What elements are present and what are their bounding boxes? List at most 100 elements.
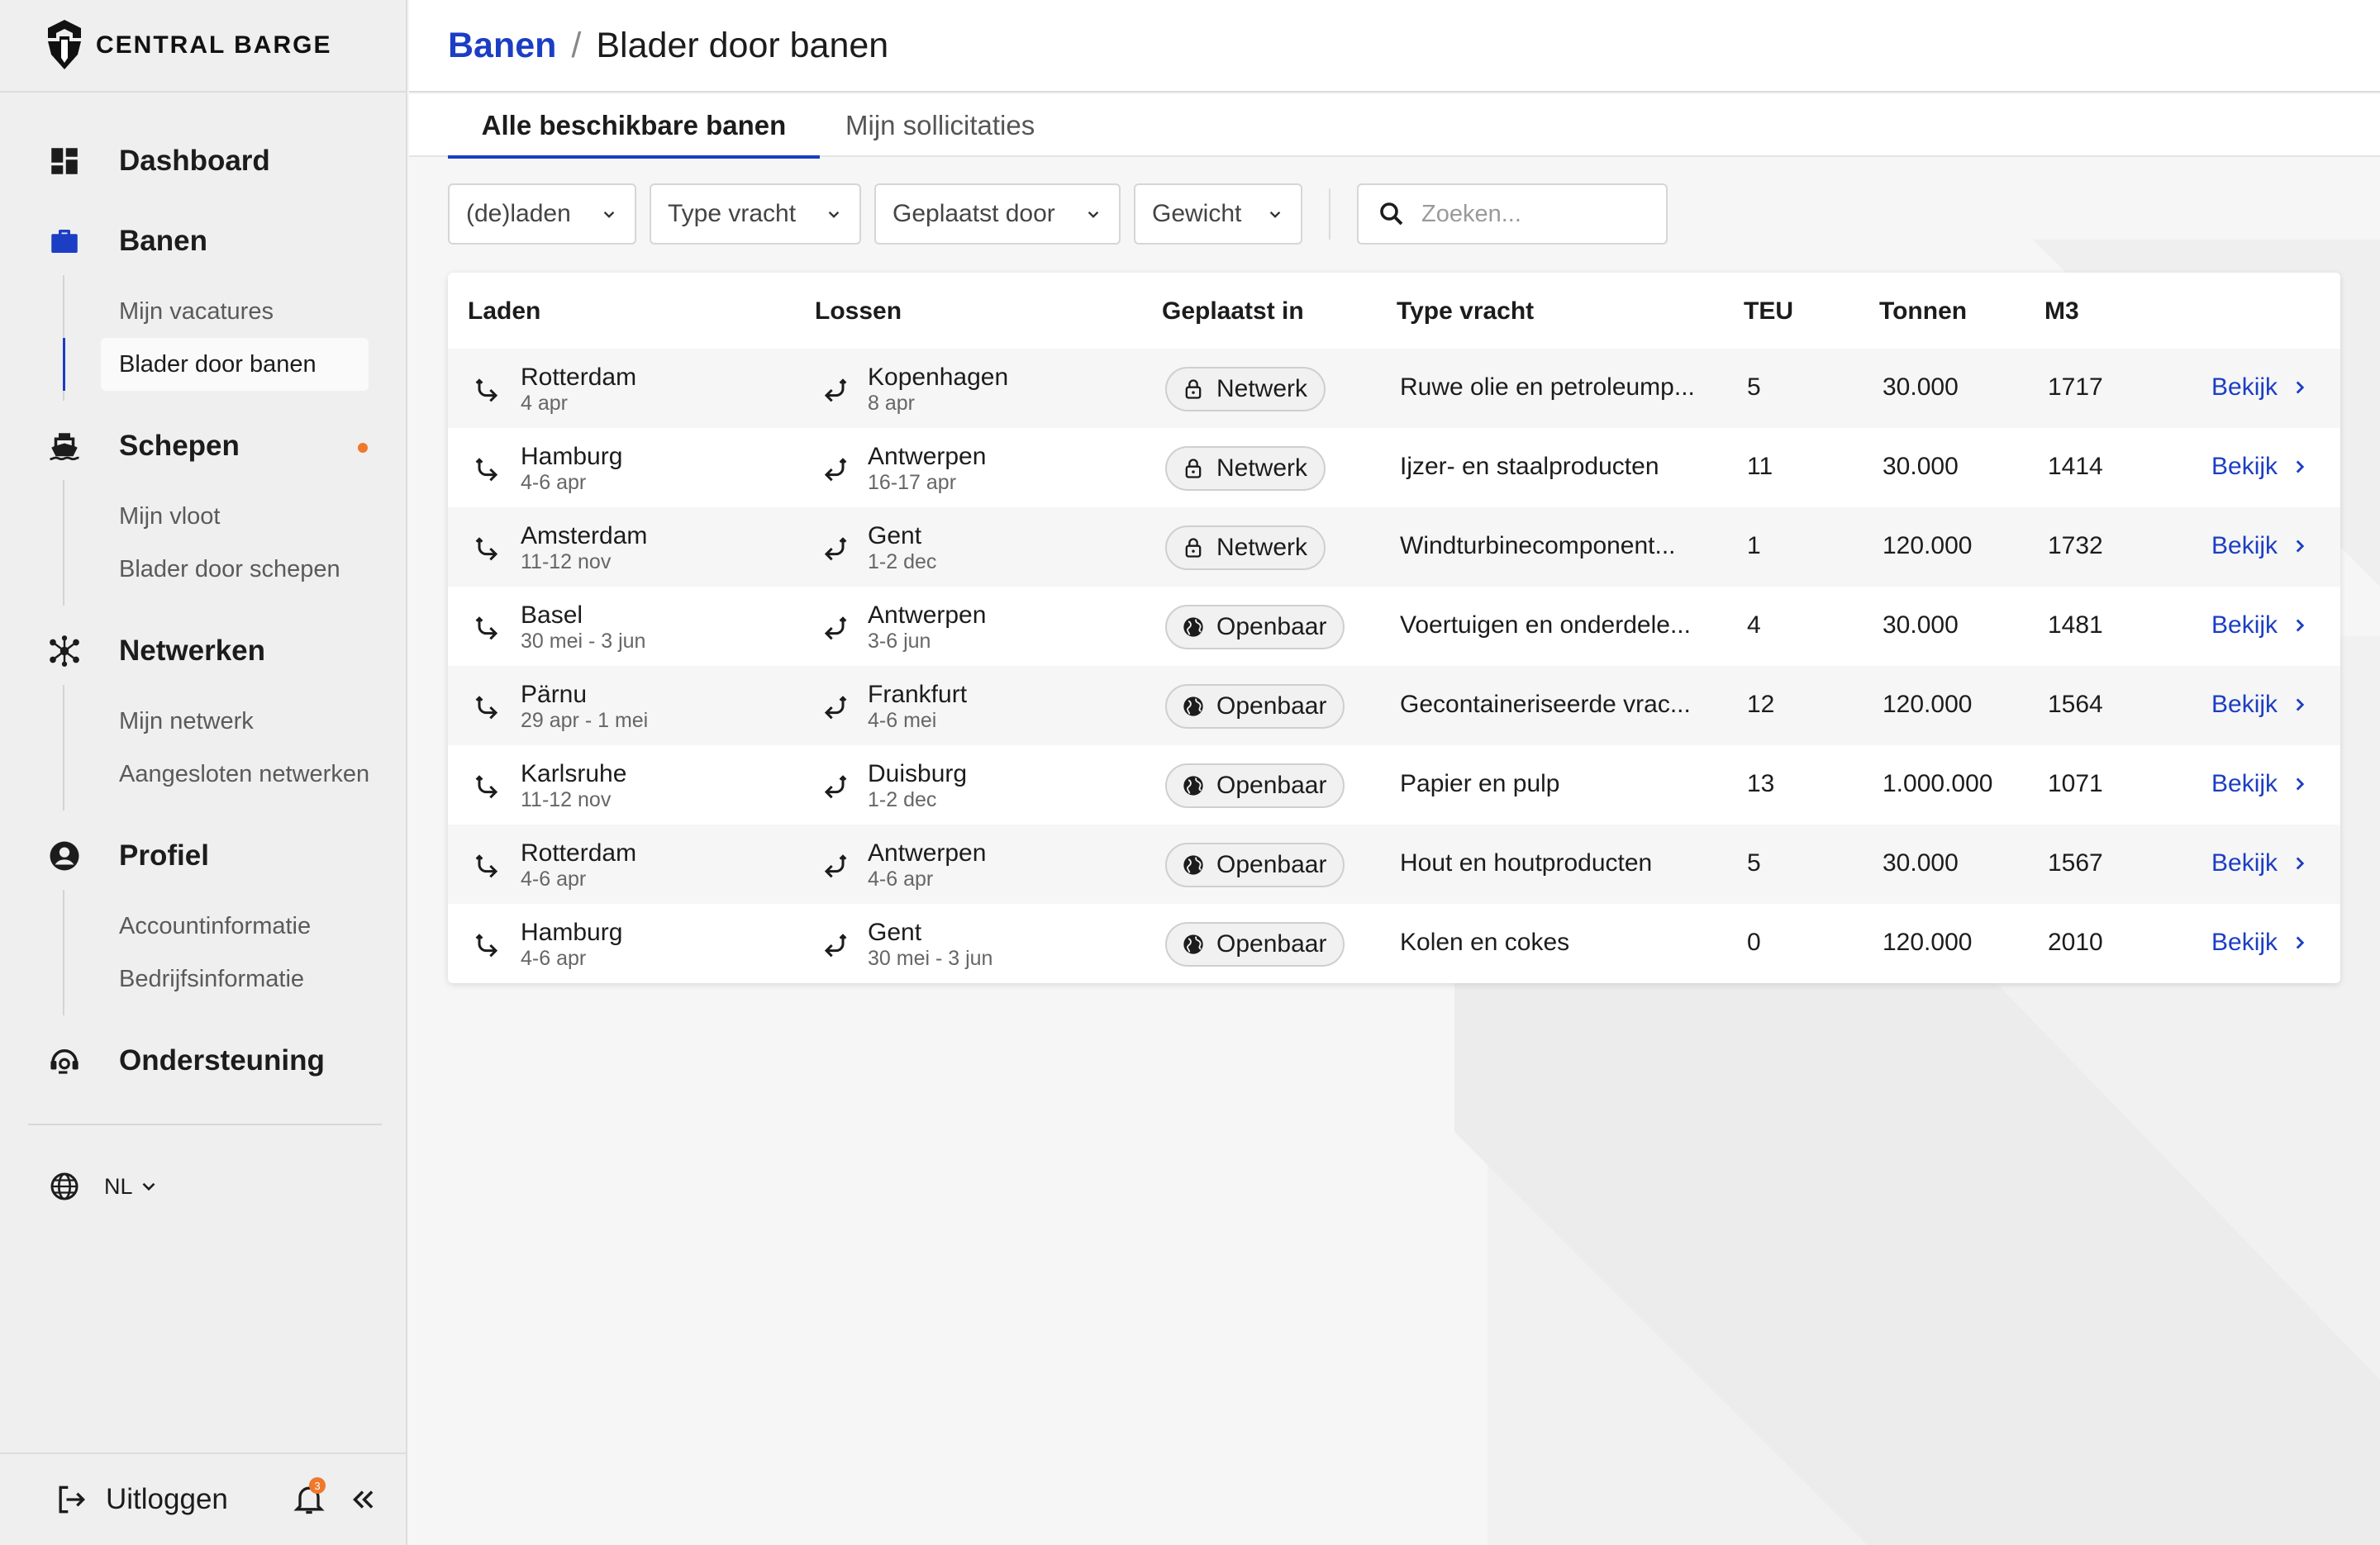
column-header-teu: TEU xyxy=(1744,297,1793,325)
table-row[interactable]: Hamburg 4-6 apr Antwerpen 16-17 apr Netwerk I… xyxy=(448,428,2340,507)
m3-value: 2010 xyxy=(2048,929,2103,956)
nav-label: Ondersteuning xyxy=(119,1044,325,1077)
support-icon xyxy=(46,1043,83,1079)
sidebar-item-aangesloten-netwerken[interactable]: Aangesloten netwerken xyxy=(101,748,406,801)
table-row[interactable]: Basel 30 mei - 3 jun Antwerpen 3-6 jun Openb… xyxy=(448,587,2340,666)
nav-dashboard[interactable]: Dashboard xyxy=(0,135,406,187)
logout-button[interactable]: Uitloggen xyxy=(53,1481,228,1518)
nav-netwerken[interactable]: Netwerken xyxy=(0,625,406,677)
tab-bar: Alle beschikbare banen Mijn sollicitatie… xyxy=(409,94,2380,159)
column-header-type-vracht: Type vracht xyxy=(1397,297,1535,325)
table-row[interactable]: Rotterdam 4-6 apr Antwerpen 4-6 apr Openbaar… xyxy=(448,825,2340,904)
unload-city: Antwerpen xyxy=(868,601,987,629)
unload-date: 1-2 dec xyxy=(868,788,937,811)
unload-date: 16-17 apr xyxy=(868,471,957,494)
view-label: Bekijk xyxy=(2211,373,2278,401)
m3-value: 1567 xyxy=(2048,849,2103,877)
view-job-link[interactable]: Bekijk xyxy=(2211,373,2311,402)
unload-date: 4-6 apr xyxy=(868,868,934,891)
lock-icon xyxy=(1182,536,1216,559)
language-selector[interactable]: NL xyxy=(48,1170,159,1203)
sidebar-item-accountinformatie[interactable]: Accountinformatie xyxy=(101,900,406,953)
notifications-button[interactable]: 3 xyxy=(291,1477,327,1517)
sidebar: CENTRAL BARGE Dashboard Banen Mijn vacat… xyxy=(0,0,407,1545)
brand-name: CENTRAL BARGE xyxy=(96,31,332,59)
table-row[interactable]: Karlsruhe 11-12 nov Duisburg 1-2 dec Openbaa… xyxy=(448,745,2340,825)
sidebar-item-mijn-vacatures[interactable]: Mijn vacatures xyxy=(101,285,406,338)
visibility-label: Openbaar xyxy=(1216,851,1327,878)
tab-alle-beschikbare-banen[interactable]: Alle beschikbare banen xyxy=(448,94,820,159)
filter-cargo-type-dropdown[interactable]: Type vracht xyxy=(650,183,861,245)
filter-load-dropdown[interactable]: (de)laden xyxy=(448,183,636,245)
page-header: Banen / Blader door banen xyxy=(409,0,2380,93)
nav-banen[interactable]: Banen xyxy=(0,216,406,267)
view-label: Bekijk xyxy=(2211,691,2278,718)
tons-value: 120.000 xyxy=(1883,691,1973,718)
nav-sublist-schepen: Mijn vloot Blader door schepen xyxy=(63,480,406,606)
visibility-badge: Openbaar xyxy=(1165,843,1345,887)
brand[interactable]: CENTRAL BARGE xyxy=(0,0,406,93)
breadcrumb-link-banen[interactable]: Banen xyxy=(448,26,556,66)
tab-mijn-sollicitaties[interactable]: Mijn sollicitaties xyxy=(845,94,1035,157)
collapse-sidebar-icon[interactable] xyxy=(347,1484,378,1515)
view-job-link[interactable]: Bekijk xyxy=(2211,929,2311,957)
m3-value: 1564 xyxy=(2048,691,2103,718)
table-row[interactable]: Hamburg 4-6 apr Gent 30 mei - 3 jun Openbaar… xyxy=(448,904,2340,983)
view-job-link[interactable]: Bekijk xyxy=(2211,770,2311,798)
nav-profiel[interactable]: Profiel xyxy=(0,830,406,882)
nav-group-schepen: Schepen Mijn vloot Blader door schepen xyxy=(0,421,406,606)
unload-date: 30 mei - 3 jun xyxy=(868,947,993,970)
nav-ondersteuning[interactable]: Ondersteuning xyxy=(0,1035,406,1086)
cargo-type: Gecontaineriseerde vrac... xyxy=(1400,691,1691,718)
chevron-right-icon xyxy=(2278,377,2311,398)
load-date: 4-6 apr xyxy=(521,947,587,970)
sidebar-item-bedrijfsinformatie[interactable]: Bedrijfsinformatie xyxy=(101,953,406,1005)
globe-icon xyxy=(1182,853,1216,877)
filter-label: Type vracht xyxy=(668,200,797,227)
view-job-link[interactable]: Bekijk xyxy=(2211,849,2311,877)
filter-weight-dropdown[interactable]: Gewicht xyxy=(1134,183,1302,245)
lock-icon xyxy=(1182,457,1216,480)
view-job-link[interactable]: Bekijk xyxy=(2211,611,2311,639)
view-job-link[interactable]: Bekijk xyxy=(2211,532,2311,560)
load-city: Karlsruhe xyxy=(521,760,627,787)
cargo-type: Voertuigen en onderdele... xyxy=(1400,611,1691,639)
column-header-tonnen: Tonnen xyxy=(1879,297,1968,325)
table-row[interactable]: Rotterdam 4 apr Kopenhagen 8 apr Netwerk Ruwe… xyxy=(448,349,2340,428)
chevron-right-icon xyxy=(2278,932,2311,953)
view-label: Bekijk xyxy=(2211,453,2278,480)
search-box[interactable] xyxy=(1357,183,1668,245)
view-job-link[interactable]: Bekijk xyxy=(2211,691,2311,719)
column-header-laden: Laden xyxy=(468,297,541,325)
visibility-label: Openbaar xyxy=(1216,930,1327,958)
search-input[interactable] xyxy=(1421,200,1653,228)
chevron-down-icon xyxy=(1088,211,1099,218)
chevron-right-icon xyxy=(2278,456,2311,478)
visibility-label: Openbaar xyxy=(1216,692,1327,720)
teu-value: 4 xyxy=(1747,611,1761,639)
sidebar-item-blader-door-banen[interactable]: Blader door banen xyxy=(63,338,369,391)
view-job-link[interactable]: Bekijk xyxy=(2211,453,2311,481)
notification-badge: 3 xyxy=(309,1477,326,1494)
table-row[interactable]: Pärnu 29 apr - 1 mei Frankfurt 4-6 mei Openb… xyxy=(448,666,2340,745)
nav-group-netwerken: Netwerken Mijn netwerk Aangesloten netwe… xyxy=(0,625,406,811)
load-city: Hamburg xyxy=(521,919,623,946)
nav-schepen[interactable]: Schepen xyxy=(0,421,406,472)
visibility-badge: Openbaar xyxy=(1165,922,1345,967)
teu-value: 1 xyxy=(1747,532,1761,559)
globe-icon xyxy=(1182,933,1216,956)
table-row[interactable]: Amsterdam 11-12 nov Gent 1-2 dec Netwerk Wind… xyxy=(448,507,2340,587)
globe-icon xyxy=(50,1172,79,1200)
sidebar-item-mijn-netwerk[interactable]: Mijn netwerk xyxy=(101,695,406,748)
column-header-lossen: Lossen xyxy=(815,297,902,325)
tons-value: 30.000 xyxy=(1883,849,1959,877)
visibility-badge: Openbaar xyxy=(1165,763,1345,808)
sidebar-item-mijn-vloot[interactable]: Mijn vloot xyxy=(101,490,406,543)
filter-posted-by-dropdown[interactable]: Geplaatst door xyxy=(874,183,1121,245)
cargo-type: Windturbinecomponent... xyxy=(1400,532,1676,559)
sidebar-item-blader-door-schepen[interactable]: Blader door schepen xyxy=(101,543,406,596)
load-city: Amsterdam xyxy=(521,522,648,549)
view-label: Bekijk xyxy=(2211,929,2278,956)
page-title: Blader door banen xyxy=(596,25,889,65)
load-date: 4-6 apr xyxy=(521,868,587,891)
